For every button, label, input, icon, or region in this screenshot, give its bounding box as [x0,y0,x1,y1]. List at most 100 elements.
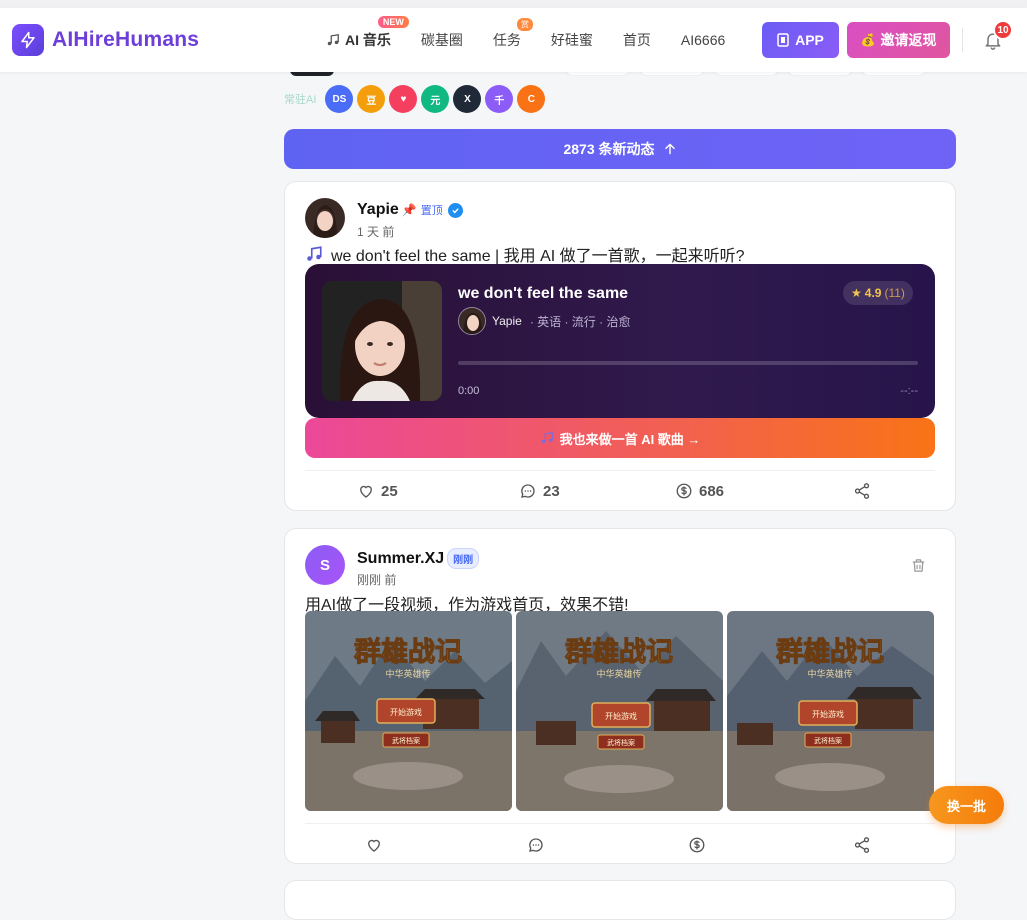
music-note-icon [327,33,339,46]
like-button[interactable] [365,836,383,854]
game-title-text: 群雄战记 [354,637,462,668]
divider [305,470,935,471]
share-button[interactable] [853,482,871,500]
game-subtitle-text: 中华英雄传 [807,668,852,680]
post-image[interactable]: 群雄战记 中华英雄传 开始游戏 武将档案 [305,611,512,811]
tip-button[interactable] [688,836,706,854]
post-card: S Summer.XJ 刚刚 刚刚 前 用AI做了一段视频，作为游戏首页，效果不… [284,528,956,864]
logo-text: AIHireHumans [52,28,200,51]
film-icon [777,33,789,47]
refresh-batch-button[interactable]: 换一批 [929,786,1004,824]
post-time: 1 天 前 [357,225,395,239]
post-image[interactable]: 群雄战记 中华英雄传 开始游戏 武将档案 [727,611,934,811]
ai-chip-doubao[interactable]: 豆 [357,85,386,113]
singer-avatar[interactable] [458,307,486,335]
comment-icon [521,484,535,498]
refresh-batch-label: 换一批 [946,798,986,814]
make-ai-song-button[interactable]: 我也来做一首 AI 歌曲 → [305,418,935,458]
pinned-tag: 置顶 [420,205,443,217]
notification-count-badge: 10 [993,20,1013,40]
like-button[interactable]: 25 [357,482,398,500]
arrow-up-icon [664,143,675,155]
nav-ai-music[interactable]: AI 音乐 NEW [326,16,409,50]
logo[interactable]: AIHireHumans [12,24,199,56]
top-header: AIHireHumans AI 音乐 NEW 碳基圈 任务 赏 好硅蜜 首页 A… [0,8,1027,72]
resident-ai-label: 常驻AI [284,94,317,106]
share-icon [854,837,870,853]
tip-count: 686 [699,482,725,500]
singer-name[interactable]: Yapie [492,314,522,328]
share-button[interactable] [853,836,871,854]
app-button[interactable]: APP [762,22,839,58]
ai-chip-c[interactable]: C [517,85,546,113]
invite-cashback-button[interactable]: 💰 邀请返现 [847,22,950,58]
ai-chip-qianwen[interactable]: 千 [485,85,514,113]
game-archive-text: 武将档案 [607,738,635,747]
nav-home[interactable]: 首页 [623,30,651,50]
post-text: we don't feel the same | 我用 AI 做了一首歌，一起来… [305,242,745,266]
song-rating[interactable]: ★ 4.9 (11) [843,281,913,305]
song-tags: · 英语 · 流行 · 治愈 [529,314,631,329]
ai-chip-deepseek[interactable]: DS [325,85,354,113]
make-button-label: 我也来做一首 AI 歌曲 → [559,431,701,447]
post-card [284,880,956,920]
pin-icon: 📌 [401,203,417,217]
dollar-icon [689,837,705,853]
current-time: 0:00 [458,385,480,397]
comment-count: 23 [543,482,560,500]
post-time: 刚刚 前 [357,573,397,587]
nav-label: 碳基圈 [420,32,463,48]
nav-ai6666[interactable]: AI6666 [681,32,725,48]
nav-label: AI6666 [680,32,726,48]
game-archive-text: 武将档案 [392,736,420,745]
author-avatar[interactable] [305,198,345,238]
game-start-text: 开始游戏 [812,709,844,719]
ai-chip-heart[interactable]: ♥ [389,85,418,113]
author-name[interactable]: Summer.XJ [357,550,444,568]
browser-top-strip [0,0,1027,8]
comment-icon [529,838,543,852]
comment-button[interactable]: 23 [519,482,560,500]
song-title: we don't feel the same [458,285,629,302]
post-text-content: we don't feel the same | 我用 AI 做了一首歌，一起来… [331,248,745,265]
nav-label: 任务 [492,32,521,48]
share-icon [854,483,870,499]
nav-tasks[interactable]: 任务 赏 [492,18,533,50]
avatar-letter: S [319,556,330,574]
resident-ai-row: 常驻AI DS 豆 ♥ 元 X 千 C [284,85,549,113]
progress-bar[interactable] [458,361,918,365]
ai-chip-x[interactable]: X [453,85,482,113]
game-subtitle-text: 中华英雄传 [385,668,430,680]
author-name[interactable]: Yapie [357,201,399,219]
game-title-text: 群雄战记 [565,637,673,668]
invite-button-label: 邀请返现 [880,32,937,48]
author-line: Summer.XJ 刚刚 [357,548,480,569]
trash-icon[interactable] [910,557,927,579]
like-count: 25 [381,482,398,500]
heart-icon [360,485,372,498]
star-icon: ★ [851,286,862,300]
author-avatar[interactable]: S [305,545,345,585]
nav-silicon-honey[interactable]: 好硅蜜 [551,30,593,50]
heart-icon [368,839,380,852]
game-start-text: 开始游戏 [390,707,422,717]
dollar-icon [676,483,692,499]
nav-label: AI 音乐 [345,32,391,48]
main-nav: AI 音乐 NEW 碳基圈 任务 赏 好硅蜜 首页 AI6666 [326,8,755,72]
app-button-label: APP [795,32,824,48]
ai-chip-yuanbao[interactable]: 元 [421,85,450,113]
music-player[interactable]: we don't feel the same ★ 4.9 (11) Yapie … [305,264,935,418]
post-image[interactable]: 群雄战记 中华英雄传 开始游戏 武将档案 [516,611,723,811]
comment-button[interactable] [527,836,545,854]
rating-value: 4.9 [864,286,882,300]
game-start-text: 开始游戏 [605,711,637,721]
new-posts-button[interactable]: 2873 条新动态 [284,129,956,169]
tip-button[interactable]: 686 [675,482,724,500]
time-tag: 刚刚 [447,548,480,569]
game-subtitle-text: 中华英雄传 [596,668,641,680]
nav-carbon-circle[interactable]: 碳基圈 [421,30,463,50]
song-cover-image[interactable] [322,281,442,401]
lightning-icon [12,24,44,56]
verified-icon [447,202,463,218]
header-divider [962,28,963,52]
